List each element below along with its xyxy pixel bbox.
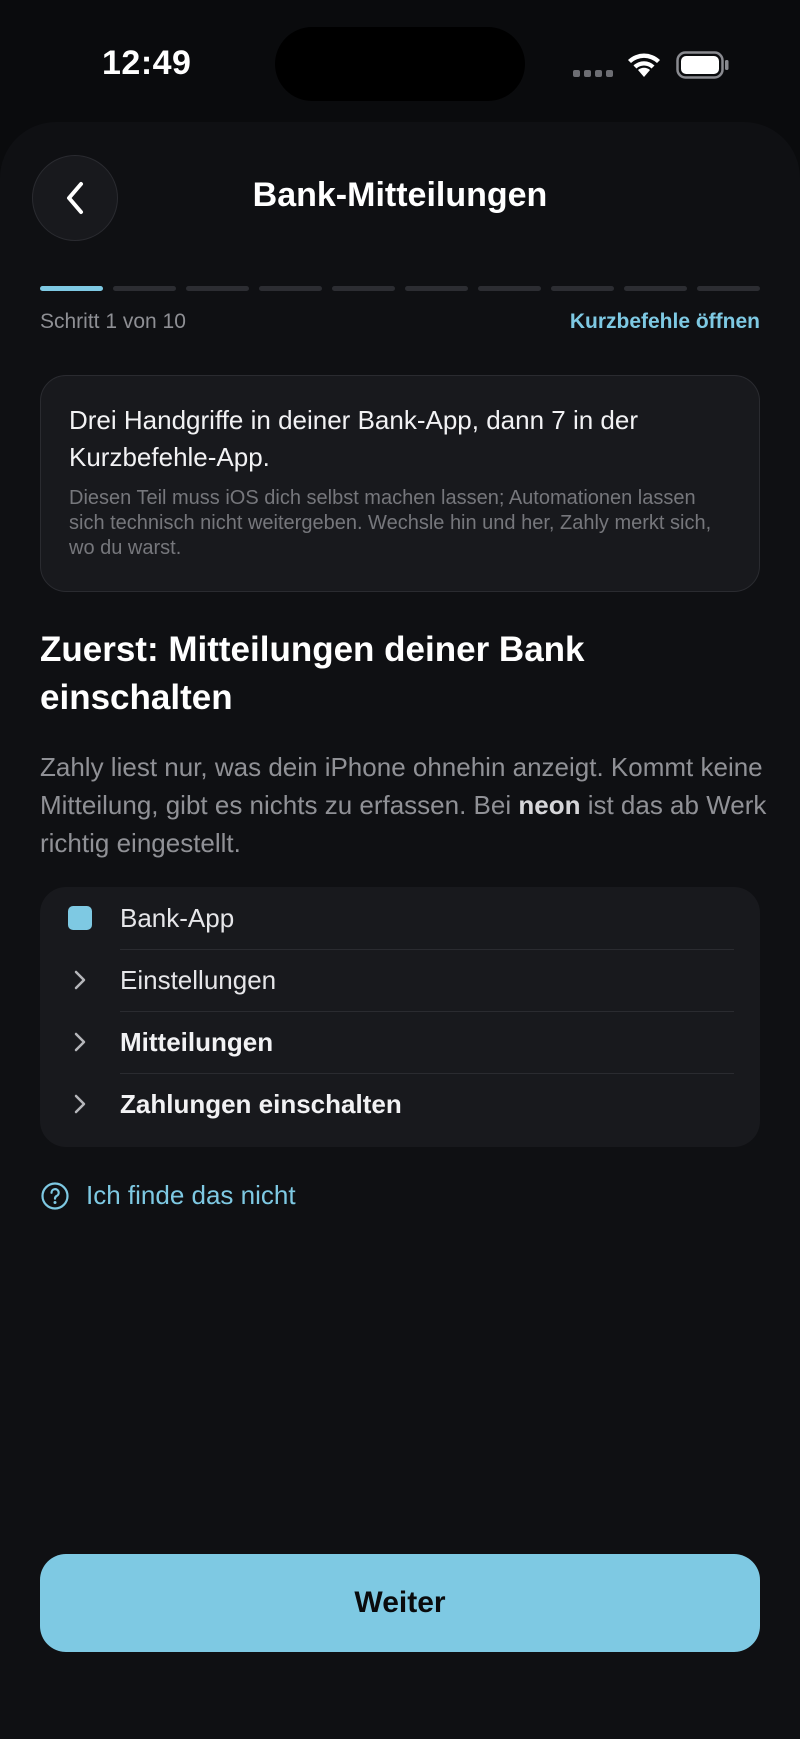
progress-segment — [405, 286, 468, 291]
progress-segment — [259, 286, 322, 291]
question-circle-icon — [41, 1181, 69, 1210]
page-title: Bank-Mitteilungen — [252, 176, 548, 214]
step-progress-bar — [40, 286, 760, 292]
cellular-signal-icon — [573, 70, 613, 78]
steps-card: Bank-App Einstellungen Mitteilungen Zahl… — [40, 887, 760, 1147]
info-card: Drei Handgriffe in deiner Bank-App, dann… — [40, 375, 760, 592]
progress-segment — [40, 286, 103, 291]
step-row-bank-app: Bank-App — [40, 887, 734, 949]
step-row-enable-payments: Zahlungen einschalten — [40, 1073, 734, 1135]
section-heading: Zuerst: Mitteilungen deiner Bank einscha… — [40, 630, 585, 717]
bank-name: neon — [518, 790, 581, 820]
status-bar: 12:49 — [0, 0, 800, 120]
progress-segment — [551, 286, 614, 291]
cant-find-link[interactable]: Ich finde das nicht — [40, 1180, 296, 1211]
step-label: Einstellungen — [120, 964, 277, 995]
help-label: Ich finde das nicht — [86, 1180, 296, 1210]
progress-segment — [113, 286, 176, 291]
info-subtitle: Diesen Teil muss iOS dich selbst machen … — [69, 487, 712, 559]
step-label: Zahlungen einschalten — [120, 1088, 402, 1119]
chevron-right-icon — [74, 970, 86, 990]
continue-button[interactable]: Weiter — [40, 1554, 760, 1652]
section-description: Zahly liest nur, was dein iPhone ohnehin… — [40, 748, 770, 862]
progress-segment — [186, 286, 249, 291]
step-label: Bank-App — [120, 902, 235, 933]
battery-icon — [676, 51, 729, 79]
progress-segment — [697, 286, 760, 291]
dynamic-island — [275, 27, 525, 101]
step-row-notifications: Mitteilungen — [40, 1011, 734, 1073]
step-row-settings: Einstellungen — [40, 949, 734, 1011]
open-shortcuts-link[interactable]: Kurzbefehle öffnen — [570, 310, 760, 334]
step-label: Mitteilungen — [120, 1026, 274, 1057]
progress-segment — [332, 286, 395, 291]
step-counter: Schritt 1 von 10 — [40, 310, 186, 333]
app-square-icon — [68, 906, 92, 930]
progress-segment — [478, 286, 541, 291]
chevron-right-icon — [74, 1032, 86, 1052]
chevron-right-icon — [74, 1094, 86, 1114]
status-time: 12:49 — [102, 44, 192, 82]
progress-segment — [624, 286, 687, 291]
wifi-icon — [628, 53, 660, 77]
info-title: Drei Handgriffe in deiner Bank-App, dann… — [69, 405, 638, 472]
